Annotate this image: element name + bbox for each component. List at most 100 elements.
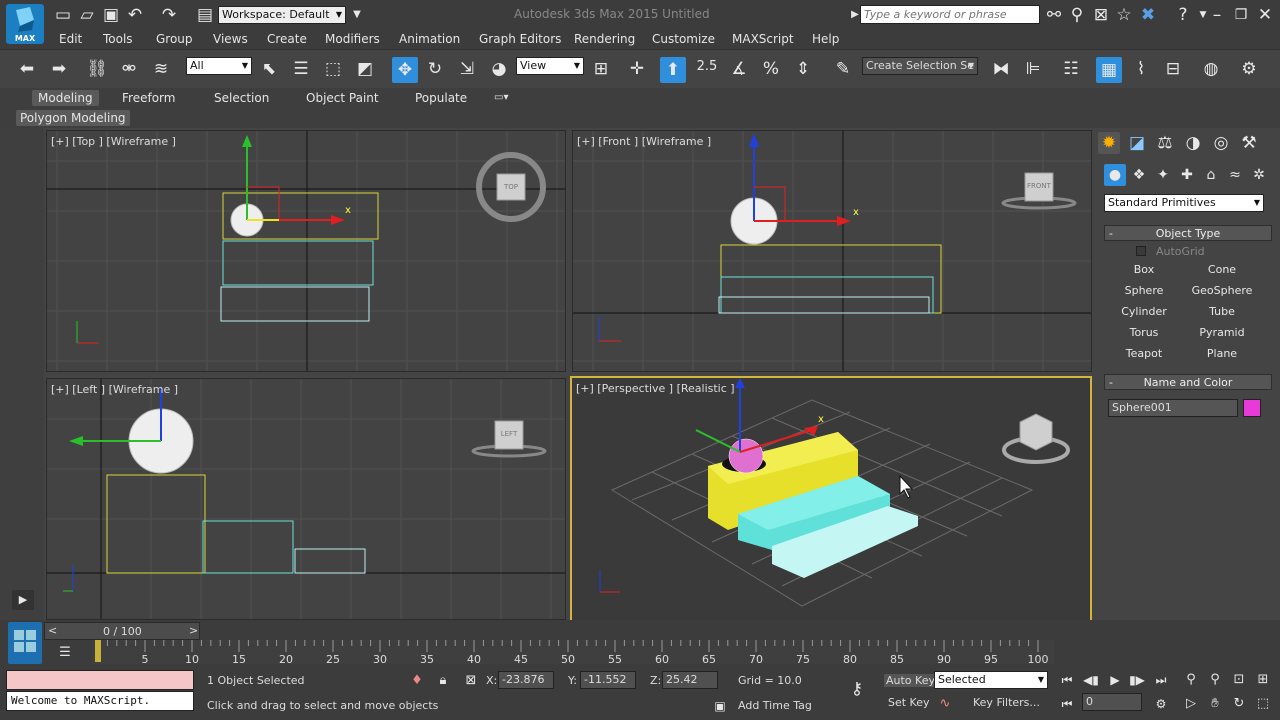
undo-arrow-icon[interactable]: ⬅	[16, 58, 38, 80]
absolute-transform-icon[interactable]: ⊠	[460, 670, 482, 692]
binoculars-icon[interactable]: ⚯	[1043, 4, 1065, 26]
menu-help[interactable]: Help	[812, 30, 839, 49]
time-slider-thumb[interactable]	[95, 640, 101, 662]
render-setup-icon[interactable]: ⚙	[1238, 58, 1260, 80]
percent-snap-icon[interactable]: %	[760, 58, 782, 80]
communication-center-icon[interactable]: ⊠	[1090, 4, 1112, 26]
select-and-scale-icon[interactable]: ⇲	[456, 58, 478, 80]
minimize-icon[interactable]: –	[1206, 4, 1228, 26]
geosphere-button[interactable]: GeoSphere	[1186, 282, 1258, 300]
time-tag-icon[interactable]: ▣	[709, 695, 731, 717]
go-to-start-icon[interactable]: ⏮	[1056, 669, 1078, 691]
menu-maxscript[interactable]: MAXScript	[732, 30, 794, 49]
maxscript-listener-output[interactable]: Welcome to MAXScript.	[6, 691, 194, 711]
select-and-move-icon[interactable]: ✥	[392, 57, 418, 83]
zoom-extents-icon[interactable]: ⊡	[1228, 669, 1250, 691]
next-key-icon[interactable]: ▮▶	[1126, 669, 1148, 691]
tube-button[interactable]: Tube	[1186, 303, 1258, 321]
cone-button[interactable]: Cone	[1186, 261, 1258, 279]
motion-tab-icon[interactable]: ◑	[1182, 132, 1204, 154]
cylinder-button[interactable]: Cylinder	[1108, 303, 1180, 321]
shapes-icon[interactable]: ❖	[1128, 164, 1150, 186]
restore-icon[interactable]: ❐	[1230, 4, 1252, 26]
go-to-end-icon[interactable]: ⏭	[1150, 669, 1172, 691]
display-tab-icon[interactable]: ◎	[1210, 132, 1232, 154]
angle-snap-icon[interactable]: ∡	[728, 58, 750, 80]
menu-animation[interactable]: Animation	[399, 30, 460, 49]
object-name-field[interactable]: Sphere001	[1108, 399, 1238, 417]
object-category-dropdown[interactable]: Standard Primitives ▼	[1104, 194, 1264, 212]
tab-object-paint[interactable]: Object Paint	[306, 90, 379, 106]
reference-coordinate-dropdown[interactable]: View ▼	[516, 57, 584, 75]
z-coord-field[interactable]: 25.42	[662, 671, 718, 689]
help-icon[interactable]: ?	[1172, 4, 1194, 26]
search-input[interactable]	[860, 5, 1040, 24]
field-of-view-icon[interactable]: ▷	[1180, 693, 1202, 715]
pan-view-icon[interactable]: ✋︎	[1204, 693, 1226, 715]
hierarchy-tab-icon[interactable]: ⚖	[1154, 132, 1176, 154]
keyboard-shortcut-override-icon[interactable]: ⬆	[660, 57, 686, 83]
orbit-icon[interactable]: ↻	[1228, 693, 1250, 715]
window-crossing-icon[interactable]: ◩	[354, 58, 376, 80]
select-by-name-icon[interactable]: ☰	[290, 58, 312, 80]
geometry-icon[interactable]: ●	[1104, 164, 1126, 186]
zoom-icon[interactable]: ⚲	[1180, 669, 1202, 691]
zoom-all-icon[interactable]: ⚲	[1204, 669, 1226, 691]
workspace-dropdown[interactable]: Workspace: Default ▼	[218, 6, 346, 24]
viewport-top-label[interactable]: [+] [Top ] [Wireframe ]	[51, 135, 176, 148]
utilities-tab-icon[interactable]: ⚒	[1238, 132, 1260, 154]
select-and-rotate-icon[interactable]: ↻	[424, 58, 446, 80]
sphere-button[interactable]: Sphere	[1108, 282, 1180, 300]
selection-filter-dropdown[interactable]: All ▼	[186, 57, 252, 75]
name-and-color-rollout[interactable]: - Name and Color	[1104, 374, 1272, 390]
spinner-snap-icon[interactable]: ⇕	[792, 58, 814, 80]
viewport-layout-tab[interactable]	[8, 622, 42, 664]
new-file-icon[interactable]: ▭	[52, 4, 74, 26]
time-slider[interactable]: < 0 / 100 >	[44, 622, 200, 640]
add-time-tag[interactable]: Add Time Tag	[738, 699, 812, 712]
torus-button[interactable]: Torus	[1108, 324, 1180, 342]
edit-named-selection-icon[interactable]: ✎	[832, 58, 854, 80]
mirror-icon[interactable]: ⧓	[990, 58, 1012, 80]
tab-freeform[interactable]: Freeform	[122, 90, 175, 106]
create-tab-icon[interactable]: ✹	[1098, 132, 1120, 154]
tab-populate[interactable]: Populate	[415, 90, 467, 106]
select-object-icon[interactable]: ⬉	[258, 58, 280, 80]
play-icon[interactable]: ▶	[1104, 669, 1126, 691]
maxscript-listener-top[interactable]	[6, 670, 194, 690]
redo-arrow-icon[interactable]: ➡	[48, 58, 70, 80]
auto-key-button[interactable]: Auto Key	[884, 674, 937, 687]
menu-customize[interactable]: Customize	[652, 30, 715, 49]
app-menu-button[interactable]: MAX	[6, 4, 44, 44]
object-color-swatch[interactable]	[1243, 399, 1261, 417]
current-frame-field[interactable]: 0	[1082, 693, 1142, 711]
y-coord-field[interactable]: -11.552	[580, 671, 636, 689]
material-editor-icon[interactable]: ◍	[1200, 58, 1222, 80]
menu-group[interactable]: Group	[156, 30, 193, 49]
time-configuration-icon[interactable]: ⚙	[1150, 693, 1172, 715]
tab-modeling[interactable]: Modeling	[32, 90, 99, 106]
schematic-view-icon[interactable]: ⊟	[1162, 58, 1184, 80]
named-selection-sets-dropdown[interactable]: Create Selection Se ▼	[862, 57, 978, 75]
viewport-perspective[interactable]: x [+] [Perspective ] [Realistic ]	[570, 376, 1092, 622]
helpers-icon[interactable]: ⌂	[1200, 164, 1222, 186]
favorites-star-icon[interactable]: ☆	[1113, 4, 1135, 26]
autogrid-checkbox[interactable]	[1136, 246, 1146, 256]
curve-editor-icon[interactable]: ⌇	[1130, 58, 1152, 80]
select-and-place-icon[interactable]: ◕	[488, 58, 510, 80]
rectangular-selection-icon[interactable]: ⬚	[322, 58, 344, 80]
teapot-button[interactable]: Teapot	[1108, 345, 1180, 363]
undo-icon[interactable]: ↶	[124, 4, 146, 26]
menu-graph-editors[interactable]: Graph Editors	[479, 30, 561, 49]
key-tangent-icon[interactable]: ∿	[934, 693, 956, 715]
isolate-selection-icon[interactable]: ♦	[406, 670, 428, 692]
tab-selection[interactable]: Selection	[214, 90, 269, 106]
exchange-icon[interactable]: ✖	[1137, 4, 1159, 26]
menu-rendering[interactable]: Rendering	[574, 30, 635, 49]
pyramid-button[interactable]: Pyramid	[1186, 324, 1258, 342]
menu-create[interactable]: Create	[267, 30, 307, 49]
viewport-left[interactable]: LEFT [+] [Left ] [Wireframe ]	[46, 378, 566, 620]
save-icon[interactable]: ▣	[100, 4, 122, 26]
key-mode-dropdown[interactable]: Selected ▼	[934, 671, 1048, 689]
plane-button[interactable]: Plane	[1186, 345, 1258, 363]
